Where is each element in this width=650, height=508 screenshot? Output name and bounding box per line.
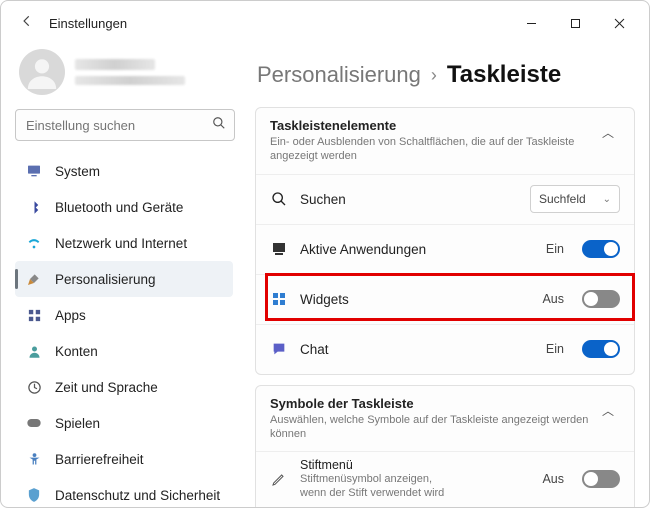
- back-button[interactable]: [15, 14, 39, 32]
- sidebar-item-label: System: [55, 164, 100, 179]
- search-input[interactable]: [24, 117, 212, 134]
- sidebar-item-label: Barrierefreiheit: [55, 452, 144, 467]
- nav: System Bluetooth und Geräte Netzwerk und I…: [15, 153, 235, 507]
- sidebar-item-bluetooth-und-ger-te[interactable]: Bluetooth und Geräte: [15, 189, 233, 225]
- profile-text: [75, 59, 185, 85]
- close-button[interactable]: [597, 8, 641, 38]
- row-sub: Stiftmenüsymbol anzeigen, wenn der Stift…: [300, 472, 460, 501]
- sidebar-item-konten[interactable]: Konten: [15, 333, 233, 369]
- task-view-icon: [270, 240, 288, 258]
- page-title: Taskleiste: [447, 61, 561, 89]
- sidebar-item-apps[interactable]: Apps: [15, 297, 233, 333]
- chevron-right-icon: ›: [431, 65, 437, 86]
- row-widgets: Widgets Aus: [256, 274, 634, 324]
- dropdown-value: Suchfeld: [539, 192, 586, 206]
- sidebar-item-label: Spielen: [55, 416, 100, 431]
- sidebar-item-datenschutz-und-sicherheit[interactable]: Datenschutz und Sicherheit: [15, 477, 233, 507]
- search-icon: [270, 190, 288, 208]
- toggle-state-label: Aus: [542, 292, 564, 306]
- row-pen-menu: Stiftmenü Stiftmenüsymbol anzeigen, wenn…: [256, 451, 634, 507]
- sidebar-item-spielen[interactable]: Spielen: [15, 405, 233, 441]
- search-dropdown[interactable]: Suchfeld ⌄: [530, 185, 620, 213]
- accounts-icon: [25, 342, 43, 360]
- toggle-widgets[interactable]: [582, 290, 620, 308]
- row-label: Suchen: [300, 192, 518, 207]
- sidebar-item-personalisierung[interactable]: Personalisierung: [15, 261, 233, 297]
- profile-block[interactable]: [15, 49, 235, 95]
- breadcrumb: Personalisierung › Taskleiste: [257, 61, 635, 89]
- toggle-state-label: Ein: [546, 242, 564, 256]
- window-title: Einstellungen: [49, 16, 127, 31]
- panel-taskbar-items: Taskleistenelemente Ein- oder Ausblenden…: [255, 107, 635, 375]
- sidebar-item-netzwerk-und-internet[interactable]: Netzwerk und Internet: [15, 225, 233, 261]
- panel-header-taskbar-items[interactable]: Taskleistenelemente Ein- oder Ausblenden…: [256, 108, 634, 174]
- panel-title: Taskleistenelemente: [270, 118, 596, 133]
- search-box[interactable]: [15, 109, 235, 141]
- sidebar-item-system[interactable]: System: [15, 153, 233, 189]
- chevron-up-icon: ︿: [596, 396, 620, 419]
- panel-desc: Auswählen, welche Symbole auf der Taskle…: [270, 413, 596, 442]
- row-label: Widgets: [300, 292, 530, 307]
- sidebar-item-label: Konten: [55, 344, 98, 359]
- row-chat: Chat Ein: [256, 324, 634, 374]
- sidebar-item-label: Datenschutz und Sicherheit: [55, 488, 220, 503]
- panel-header-corner-icons[interactable]: Symbole der Taskleiste Auswählen, welche…: [256, 386, 634, 452]
- sidebar-item-label: Personalisierung: [55, 272, 156, 287]
- accessibility-icon: [25, 450, 43, 468]
- breadcrumb-parent[interactable]: Personalisierung: [257, 62, 421, 88]
- chat-icon: [270, 340, 288, 358]
- sidebar-item-label: Apps: [55, 308, 86, 323]
- sidebar-item-zeit-und-sprache[interactable]: Zeit und Sprache: [15, 369, 233, 405]
- panel-corner-icons: Symbole der Taskleiste Auswählen, welche…: [255, 385, 635, 507]
- network-icon: [25, 234, 43, 252]
- avatar: [19, 49, 65, 95]
- sidebar-item-label: Netzwerk und Internet: [55, 236, 187, 251]
- gaming-icon: [25, 414, 43, 432]
- row-search: Suchen Suchfeld ⌄: [256, 174, 634, 224]
- search-icon: [212, 116, 226, 135]
- toggle-state-label: Ein: [546, 342, 564, 356]
- sidebar-item-label: Zeit und Sprache: [55, 380, 158, 395]
- apps-icon: [25, 306, 43, 324]
- main-pane: Personalisierung › Taskleiste Taskleiste…: [245, 45, 649, 507]
- bluetooth-icon: [25, 198, 43, 216]
- settings-window: Einstellungen: [0, 0, 650, 508]
- row-title: Stiftmenü: [300, 458, 530, 472]
- row-label: Chat: [300, 342, 534, 357]
- chevron-down-icon: ⌄: [603, 194, 611, 205]
- time-language-icon: [25, 378, 43, 396]
- panel-title: Symbole der Taskleiste: [270, 396, 596, 411]
- toggle-state-label: Aus: [542, 472, 564, 486]
- sidebar-item-barrierefreiheit[interactable]: Barrierefreiheit: [15, 441, 233, 477]
- toggle-task-view[interactable]: [582, 240, 620, 258]
- maximize-button[interactable]: [553, 8, 597, 38]
- pen-menu-icon: [270, 470, 288, 488]
- privacy-icon: [25, 486, 43, 504]
- system-icon: [25, 162, 43, 180]
- panel-desc: Ein- oder Ausblenden von Schaltflächen, …: [270, 135, 596, 164]
- row-task-view: Aktive Anwendungen Ein: [256, 224, 634, 274]
- titlebar: Einstellungen: [1, 1, 649, 45]
- minimize-button[interactable]: [509, 8, 553, 38]
- sidebar: System Bluetooth und Geräte Netzwerk und I…: [1, 45, 245, 507]
- sidebar-item-label: Bluetooth und Geräte: [55, 200, 183, 215]
- chevron-up-icon: ︿: [596, 118, 620, 141]
- row-label: Aktive Anwendungen: [300, 242, 534, 257]
- toggle-chat[interactable]: [582, 340, 620, 358]
- widgets-icon: [270, 290, 288, 308]
- personalization-icon: [25, 270, 43, 288]
- toggle-pen-menu[interactable]: [582, 470, 620, 488]
- window-controls: [509, 8, 641, 38]
